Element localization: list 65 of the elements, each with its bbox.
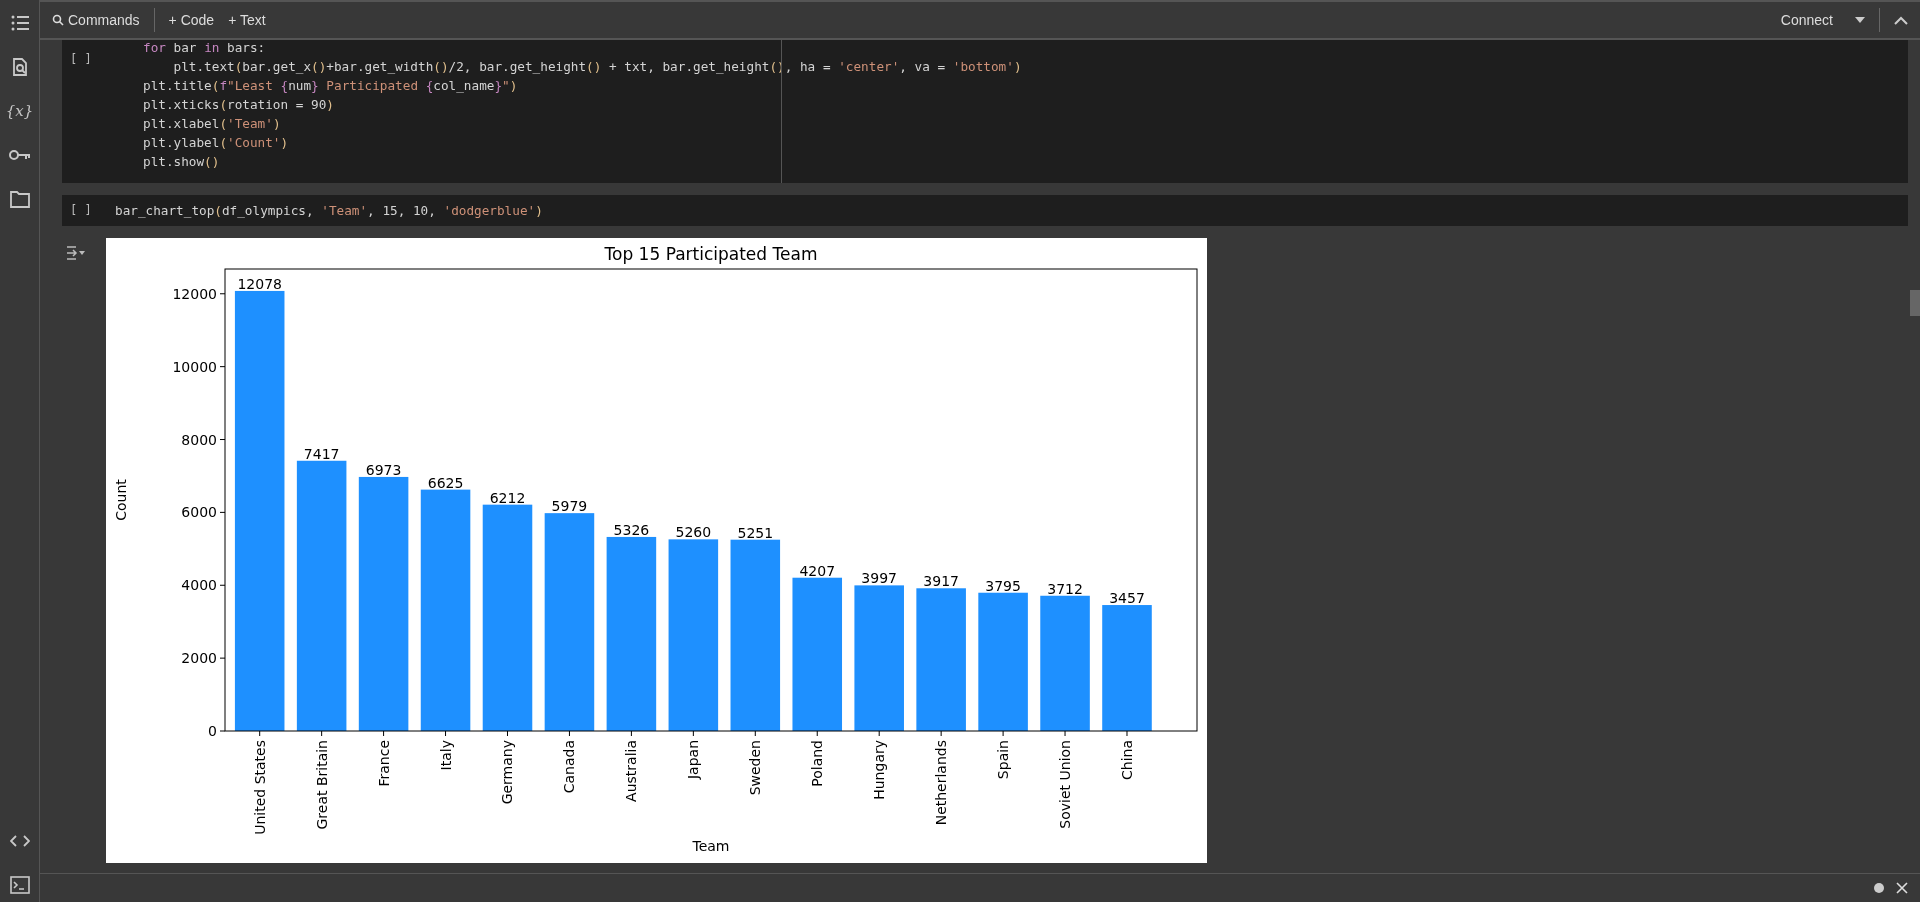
x-tick-label: Australia xyxy=(623,740,640,802)
x-tick-label: United States xyxy=(251,740,268,835)
variables-icon[interactable]: {x} xyxy=(5,100,34,122)
bar-value-label: 4207 xyxy=(799,562,836,579)
chevron-up-icon[interactable] xyxy=(1894,15,1908,25)
code-line: for bar in bars: xyxy=(143,40,267,57)
bar-value-label: 12078 xyxy=(237,275,282,292)
x-axis-label: Team xyxy=(692,838,730,854)
bar-value-label: 3997 xyxy=(861,570,897,587)
chart-title: Top 15 Participated Team xyxy=(604,244,818,264)
bar-value-label: 5326 xyxy=(613,521,650,538)
bar-value-label: 3795 xyxy=(985,577,1021,594)
commands-button[interactable]: Commands xyxy=(52,10,140,30)
close-icon[interactable] xyxy=(1896,882,1908,894)
y-tick-label: 0 xyxy=(208,723,217,739)
x-tick-label: France xyxy=(375,740,392,787)
x-tick-label: Italy xyxy=(437,740,454,771)
scrollbar-thumb[interactable] xyxy=(1910,290,1920,316)
code-line: bar_chart_top(df_olympics, 'Team', 15, 10, 'dodgerblue') xyxy=(115,202,543,220)
x-tick-label: Japan xyxy=(685,740,702,780)
output-toggle-icon[interactable] xyxy=(66,246,86,260)
code-cell[interactable] xyxy=(62,40,1908,183)
bar-value-label: 5251 xyxy=(737,524,774,541)
y-tick-label: 10000 xyxy=(172,358,217,375)
y-tick-label: 4000 xyxy=(181,577,217,594)
bar-value-label: 6625 xyxy=(427,474,464,491)
bar-value-label: 3457 xyxy=(1109,590,1145,607)
code-line: plt.xlabel('Team') xyxy=(143,115,282,133)
search-icon xyxy=(52,14,64,26)
x-tick-label: Spain xyxy=(995,740,1012,780)
bar-value-label: 7417 xyxy=(303,445,340,462)
x-tick-label: Sweden xyxy=(747,740,764,796)
code-line: plt.ylabel('Count') xyxy=(143,134,290,152)
x-tick-label: China xyxy=(1119,740,1135,780)
bar-value-label: 3712 xyxy=(1047,580,1083,597)
add-code-button[interactable]: + Code xyxy=(168,10,215,30)
y-tick-label: 6000 xyxy=(181,504,217,521)
x-tick-label: Great Britain xyxy=(313,740,330,830)
x-tick-label: Hungary xyxy=(871,740,888,800)
status-dot-icon xyxy=(1874,883,1884,893)
x-tick-label: Netherlands xyxy=(933,740,950,826)
terminal-icon[interactable] xyxy=(9,874,30,896)
code-cell[interactable]: [ ] bar_chart_top(df_olympics, 'Team', 15, 10, 'dodgerblue') xyxy=(62,195,1908,226)
bar-value-label: 6973 xyxy=(365,461,402,478)
x-tick-label: Poland xyxy=(809,740,826,787)
code-line: plt.xticks(rotation = 90) xyxy=(143,96,335,114)
add-text-button[interactable]: + Text xyxy=(228,10,266,30)
folder-icon[interactable] xyxy=(9,188,30,210)
y-tick-label: 8000 xyxy=(181,431,217,448)
caret-icon[interactable] xyxy=(1855,17,1865,23)
bar-value-label: 3917 xyxy=(923,573,959,590)
bar-value-label: 6212 xyxy=(489,489,526,506)
x-tick-label: Soviet Union xyxy=(1057,740,1074,829)
y-tick-label: 2000 xyxy=(181,650,217,667)
run-cell-button[interactable]: [ ] xyxy=(62,50,115,69)
y-axis-label: Count xyxy=(113,479,129,521)
run-cell-button[interactable]: [ ] xyxy=(62,201,115,220)
x-tick-label: Germany xyxy=(499,740,516,805)
code-line: plt.title(f"Least {num} Participated {col_name}") xyxy=(143,77,519,95)
y-tick-label: 12000 xyxy=(172,285,217,302)
bar-value-label: 5979 xyxy=(551,498,588,515)
connect-button[interactable]: Connect xyxy=(1780,10,1833,30)
code-line: plt.show() xyxy=(143,153,221,171)
bar-value-label: 5260 xyxy=(675,524,712,541)
x-tick-label: Canada xyxy=(561,740,578,794)
